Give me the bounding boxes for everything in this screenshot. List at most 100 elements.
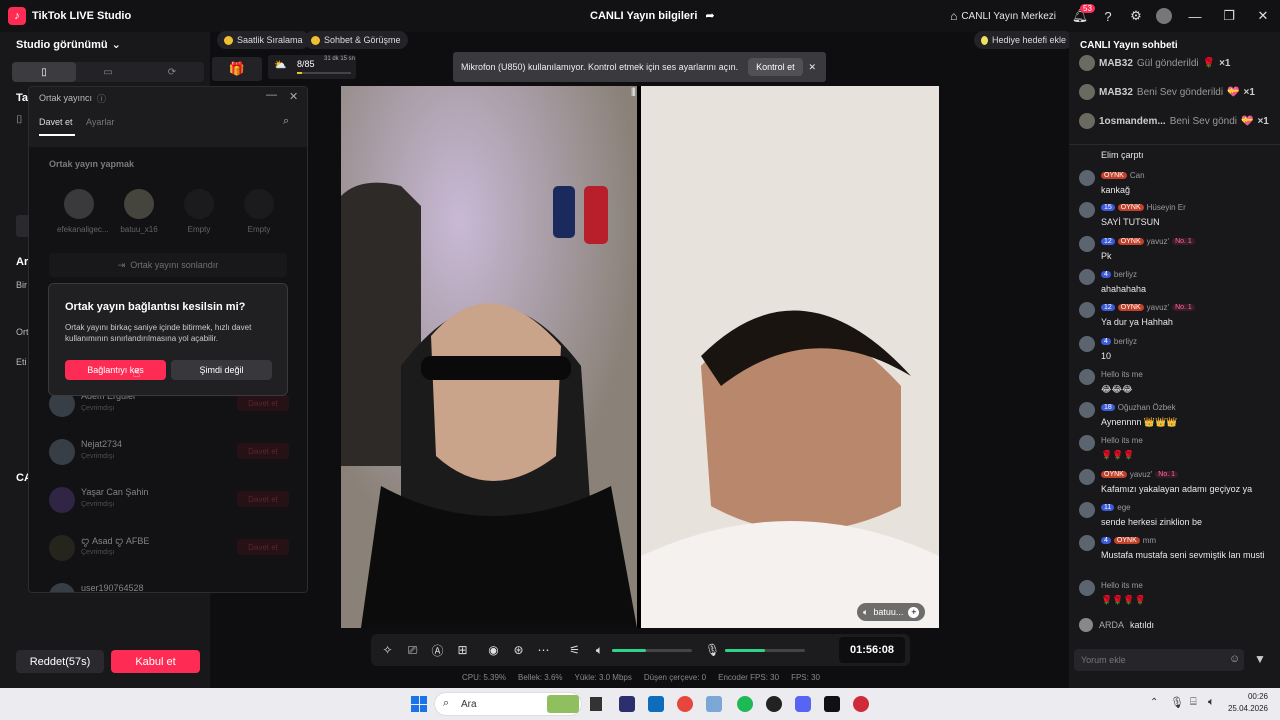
accept-button[interactable]: Kabul et xyxy=(111,650,200,673)
chat-message: Hello its me 🌹🌹🌹 xyxy=(1079,435,1274,465)
more-icon[interactable]: ⋯ xyxy=(531,634,556,666)
portrait-icon[interactable]: ▯ xyxy=(12,62,76,82)
level-badge: 18 xyxy=(1101,404,1115,411)
speaker-icon[interactable]: 🔈︎ xyxy=(587,634,612,666)
chat-text: 🌹🌹🌹 xyxy=(1101,450,1135,460)
chat-meta: Hello its me xyxy=(1101,581,1143,590)
gift-count: ×1 xyxy=(1257,115,1269,127)
task-view-icon[interactable] xyxy=(590,697,602,711)
chrome-icon[interactable] xyxy=(677,696,693,712)
chat-meet-chip[interactable]: Sohbet & Görüşme xyxy=(304,31,408,49)
chat-title: CANLI Yayın sohbeti xyxy=(1080,40,1178,51)
studio-view-dropdown[interactable]: Studio görünümü ⌄ xyxy=(16,38,121,52)
search-icon[interactable]: ⌕ xyxy=(283,115,289,128)
live-info-link[interactable]: CANLI Yayın bilgileri ➦ xyxy=(590,9,715,23)
avatar xyxy=(1079,535,1095,551)
chat-user: Oğuzhan Özbek xyxy=(1117,403,1176,412)
chat-meta: 18 Oğuzhan Özbek xyxy=(1101,403,1176,412)
microphone-icon[interactable]: 🎙︎ xyxy=(700,634,725,666)
magic-wand-icon[interactable]: ✧ xyxy=(375,634,400,666)
add-source-icon[interactable]: ⊞ xyxy=(450,634,475,666)
disconnect-button[interactable]: Bağlantıyı kes xyxy=(65,360,166,380)
chat-text: 10 xyxy=(1101,351,1112,361)
volume-icon[interactable]: 🔈︎ xyxy=(1208,696,1215,709)
comment-input[interactable]: Yorum ekle ☺ xyxy=(1074,649,1244,671)
dropped-frames-stat: Düşen çerçeve: 0 xyxy=(643,673,707,682)
chat-user: berliyz xyxy=(1113,337,1138,346)
microphone-icon[interactable]: 🎙︎ xyxy=(1170,696,1184,709)
chat-text: SAYİ TUTSUN xyxy=(1101,217,1160,227)
chat-user: mm xyxy=(1142,536,1157,545)
layout-bars-icon[interactable]: ⦀ xyxy=(631,87,636,100)
mic-volume-slider[interactable] xyxy=(725,648,805,652)
tab-settings[interactable]: Ayarlar xyxy=(86,117,114,127)
gift-box-button[interactable]: 🎁 xyxy=(212,57,262,81)
check-button[interactable]: Kontrol et xyxy=(748,58,803,76)
chat-user: berliyz xyxy=(1113,270,1138,279)
chat-meta: 12 OYNK yavuz' No. 1 xyxy=(1101,237,1195,246)
taskbar-search[interactable]: ⌕ Ara xyxy=(434,692,582,716)
guest-name: batuu... xyxy=(873,607,904,617)
camera-switch-icon[interactable]: ⊛ xyxy=(506,634,531,666)
heart-gift-icon: 💝 xyxy=(1227,86,1240,98)
app-icon-gear[interactable] xyxy=(706,696,722,712)
spotify-icon[interactable] xyxy=(737,696,753,712)
discord-icon[interactable] xyxy=(795,696,811,712)
tiktok-icon[interactable] xyxy=(824,696,840,712)
effects-icon[interactable]: ⎚ xyxy=(400,634,425,666)
mute-speaker-icon: 🔈︎ xyxy=(863,606,869,617)
network-icon[interactable]: ⌸ xyxy=(1190,696,1197,709)
close-icon[interactable]: ✕ xyxy=(1246,0,1280,32)
close-icon[interactable]: ✕ xyxy=(808,62,816,73)
gift-item: MAB32 Gül gönderildi 🌹 ×1 xyxy=(1079,54,1230,72)
gift-action: Beni Sev gönderildi xyxy=(1136,86,1224,98)
emoji-icon[interactable]: ☺ xyxy=(1229,653,1240,665)
taskbar-date: 25.04.2026 xyxy=(1227,704,1268,713)
goal-progress[interactable]: ⛅ 8/85 31 dk 15 sn xyxy=(268,55,356,79)
app-icon-ae[interactable] xyxy=(619,696,635,712)
speaker-volume-slider[interactable] xyxy=(612,648,692,652)
live-center-label: CANLI Yayın Merkezi xyxy=(961,10,1056,22)
help-icon[interactable]: ? xyxy=(1094,0,1122,32)
search-label: Ara xyxy=(461,699,477,710)
chevron-up-icon[interactable]: ⌃ xyxy=(1150,697,1158,708)
outlook-icon[interactable] xyxy=(648,696,664,712)
camera-icon[interactable]: ⌷ xyxy=(16,114,23,127)
live-center-button[interactable]: ⌂ CANLI Yayın Merkezi xyxy=(950,9,1056,23)
rotate-icon[interactable]: ⟳ xyxy=(140,62,204,82)
tab-invite[interactable]: Davet et xyxy=(39,117,73,127)
app-icon-dark[interactable] xyxy=(766,696,782,712)
chat-meta: 12 OYNK yavuz' No. 1 xyxy=(1101,303,1195,312)
chat-text: Aynennnn 👑👑👑 xyxy=(1101,417,1178,427)
gift-goal-button[interactable]: Hediye hedefi ekle xyxy=(974,31,1074,49)
chat-user: yavuz' xyxy=(1129,470,1153,479)
record-icon[interactable]: ◉ xyxy=(481,634,506,666)
tiktok-live-studio-icon[interactable] xyxy=(853,696,869,712)
audio-settings-icon[interactable]: ⚟ xyxy=(562,634,587,666)
close-icon[interactable]: ✕ xyxy=(289,90,298,103)
reject-button[interactable]: Reddet(57s) xyxy=(16,650,104,673)
gear-icon[interactable]: ⚙ xyxy=(1122,0,1150,32)
avatar xyxy=(1079,302,1095,318)
hourly-ranking-chip[interactable]: Saatlik Sıralama xyxy=(217,31,310,49)
landscape-icon[interactable]: ▭ xyxy=(76,62,140,82)
avatar[interactable] xyxy=(1150,0,1178,32)
minimize-icon[interactable]: — xyxy=(266,89,277,101)
fan-badge: OYNK xyxy=(1101,471,1127,478)
info-icon[interactable]: ⓘ xyxy=(97,92,106,105)
filter-icon[interactable]: ▼ xyxy=(1254,652,1266,666)
gift-user: MAB32 xyxy=(1099,57,1133,69)
center-title: CANLI Yayın bilgileri xyxy=(590,9,698,22)
windows-start-icon[interactable] xyxy=(411,696,427,712)
chat-message: 12 OYNK yavuz' No. 1 Pk xyxy=(1079,236,1274,266)
gift-item: MAB32 Beni Sev gönderildi 💝 ×1 xyxy=(1079,83,1255,101)
avatar xyxy=(1079,435,1095,451)
minimize-icon[interactable]: — xyxy=(1178,0,1212,32)
chat-user: Hello its me xyxy=(1101,370,1143,379)
guest-tag[interactable]: 🔈︎ batuu... + xyxy=(857,603,926,621)
maximize-icon[interactable]: ❐ xyxy=(1212,0,1246,32)
not-now-button[interactable]: Şimdi değil xyxy=(171,360,272,380)
bell-icon[interactable]: 🔔︎ 53 xyxy=(1066,0,1095,32)
chat-meta: 15 OYNK Hüseyin Er xyxy=(1101,203,1186,212)
ai-icon[interactable]: Ⓐ xyxy=(425,634,450,666)
